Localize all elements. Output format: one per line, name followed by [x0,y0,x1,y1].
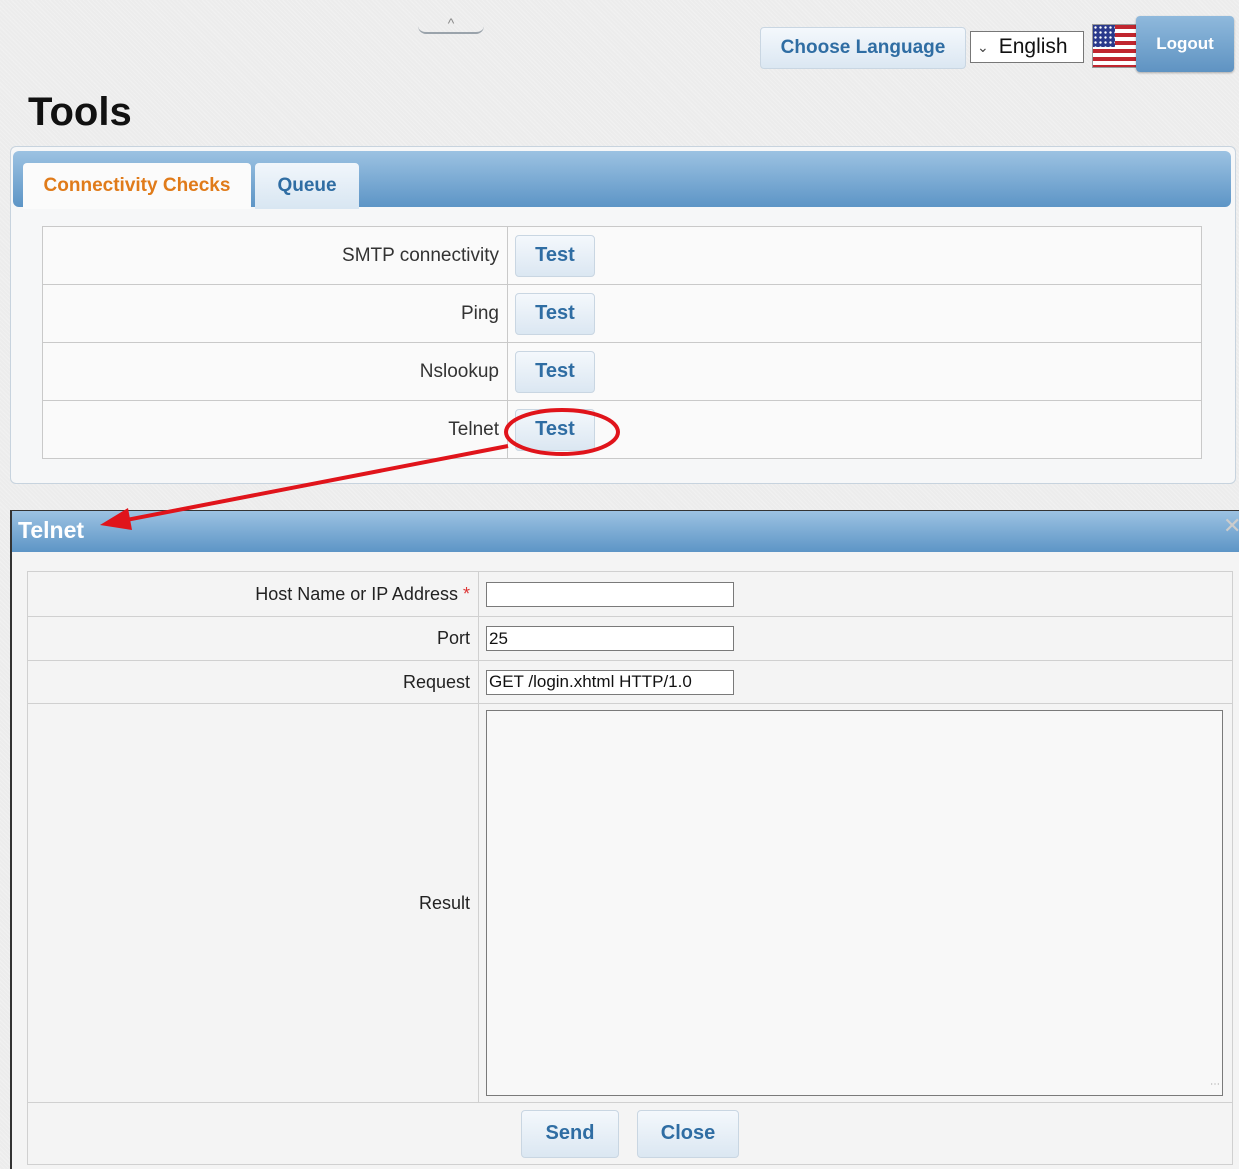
form-row-port: Port [27,616,1233,661]
form-row-actions: Send Close [27,1102,1233,1165]
smtp-test-button[interactable]: Test [515,234,595,277]
check-label-ping: Ping [42,284,508,343]
table-row: Telnet Test [42,400,1202,459]
top-bar: ^ Choose Language ⌄ English Logout [0,0,1239,85]
tab-connectivity-checks[interactable]: Connectivity Checks [23,163,251,209]
tab-strip: Connectivity Checks Queue [13,151,1231,209]
page-title: Tools [28,90,132,134]
connectivity-checks-table: SMTP connectivity Test Ping Test Nslooku… [42,226,1202,459]
form-row-result: Result ⋯ [27,703,1233,1103]
port-label: Port [27,616,479,661]
required-marker: * [462,583,470,604]
telnet-form: Host Name or IP Address * Port Request R… [27,571,1233,1165]
us-flag-icon[interactable] [1092,24,1138,68]
ping-test-button[interactable]: Test [515,292,595,335]
table-row: Ping Test [42,284,1202,343]
check-label-telnet: Telnet [42,400,508,459]
language-select-value: English [998,35,1068,58]
nslookup-test-button[interactable]: Test [515,350,595,393]
check-label-smtp: SMTP connectivity [42,226,508,285]
language-select[interactable]: ⌄ English [970,31,1084,63]
request-label: Request [27,660,479,704]
dialog-header[interactable]: Telnet ✕ [12,510,1239,552]
table-row: Nslookup Test [42,342,1202,401]
form-row-host: Host Name or IP Address * [27,571,1233,617]
close-icon[interactable]: ✕ [1223,515,1239,539]
resize-grip-icon[interactable]: ⋯ [1210,1079,1220,1090]
telnet-dialog: Telnet ✕ Host Name or IP Address * Port … [10,510,1239,1169]
tab-queue[interactable]: Queue [255,163,359,209]
table-row: SMTP connectivity Test [42,226,1202,285]
host-label: Host Name or IP Address [255,583,458,604]
send-button[interactable]: Send [521,1109,619,1158]
dialog-title: Telnet [18,517,85,543]
chevron-down-icon: ⌄ [977,38,989,55]
tools-panel: Connectivity Checks Queue SMTP connectiv… [10,146,1236,484]
close-button[interactable]: Close [637,1109,739,1158]
logout-button[interactable]: Logout [1136,16,1234,72]
chevron-up-icon: ^ [447,15,455,31]
request-input[interactable] [486,669,734,695]
form-row-request: Request [27,660,1233,704]
host-input[interactable] [486,581,734,607]
result-textarea[interactable] [486,710,1223,1096]
check-label-nslookup: Nslookup [42,342,508,401]
port-input[interactable] [486,626,734,651]
collapse-header-handle[interactable]: ^ [418,14,484,34]
result-label: Result [27,703,479,1103]
choose-language-button[interactable]: Choose Language [760,27,966,69]
telnet-test-button[interactable]: Test [515,408,595,451]
